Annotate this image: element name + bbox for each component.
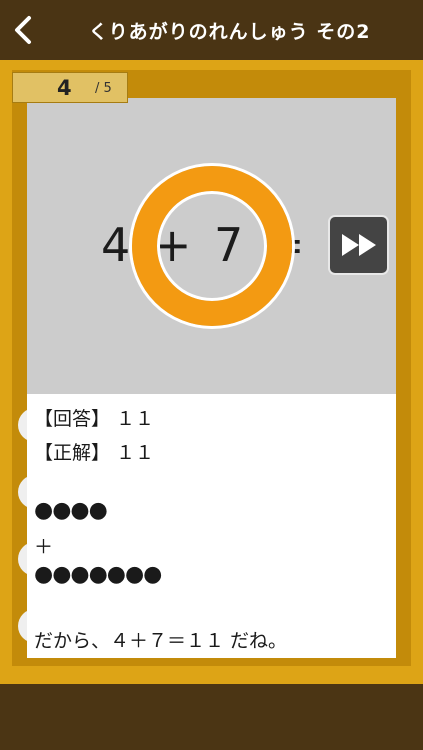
correct-circle-icon — [132, 166, 292, 326]
answer-panel: 【回答】 １１ 【正解】 １１ ●●●● ＋ ●●●●●●● だから、４＋７＝１… — [27, 394, 396, 658]
footer-bar — [0, 684, 423, 750]
counter-current: 4 — [57, 76, 72, 100]
explanation-text: だから、４＋７＝１１ だね。 — [34, 630, 288, 652]
fast-forward-icon — [341, 234, 376, 256]
dots-second-addend: ●●●●●●● — [34, 562, 162, 587]
dots-first-addend: ●●●● — [34, 498, 108, 523]
header-bar: くりあがりのれんしゅう その2 — [0, 0, 423, 60]
counter-total: / 5 — [95, 81, 112, 96]
correct-answer-line: 【正解】 １１ — [34, 442, 155, 464]
skip-button[interactable] — [328, 215, 389, 275]
question-counter: 4 / 5 — [12, 72, 128, 103]
user-answer-line: 【回答】 １１ — [34, 408, 155, 430]
page-title: くりあがりのれんしゅう その2 — [88, 20, 371, 43]
plus-sign: ＋ — [34, 536, 54, 558]
